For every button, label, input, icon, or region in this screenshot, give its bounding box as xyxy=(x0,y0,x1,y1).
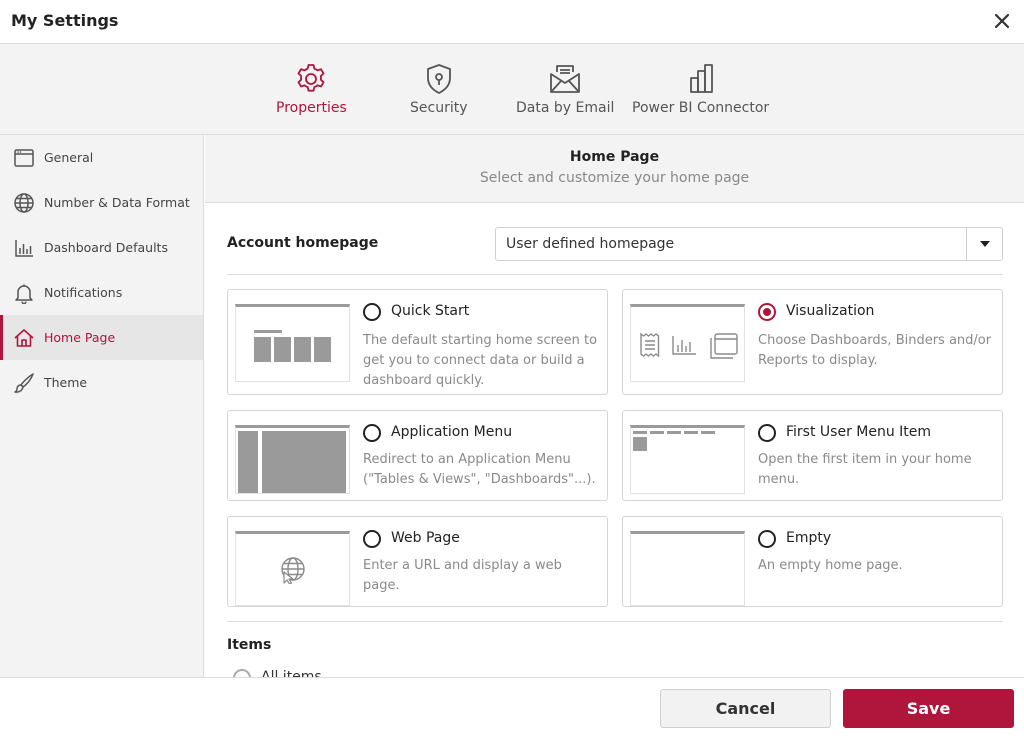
globe-icon xyxy=(12,191,36,215)
home-icon xyxy=(12,326,36,350)
tab-label: Data by Email xyxy=(516,100,615,116)
divider xyxy=(227,621,1003,622)
close-icon xyxy=(994,13,1010,29)
application-menu-thumbnail xyxy=(235,425,350,494)
option-description: Choose Dashboards, Binders and/or Report… xyxy=(758,333,992,368)
window-icon xyxy=(12,146,36,170)
page-title: Home Page xyxy=(569,149,660,165)
option-description: Enter a URL and display a web page. xyxy=(363,558,562,593)
visualization-thumbnail xyxy=(630,304,745,382)
cancel-button[interactable]: Cancel xyxy=(660,689,831,728)
option-description: An empty home page. xyxy=(758,558,903,573)
option-description: Open the first item in your home menu. xyxy=(758,452,972,487)
building-icon xyxy=(689,64,713,93)
option-title: Quick Start xyxy=(391,303,470,319)
option-title: Web Page xyxy=(391,530,460,546)
account-homepage-select[interactable]: User defined homepage xyxy=(495,227,1003,261)
save-button[interactable]: Save xyxy=(843,689,1014,728)
browser-icon xyxy=(710,333,738,359)
sidebar-item-theme[interactable]: Theme xyxy=(0,360,203,405)
visualization-radio[interactable] xyxy=(758,303,776,321)
brush-icon xyxy=(12,371,36,395)
option-first-user-menu-item[interactable]: First User Menu Item Open the first item… xyxy=(622,410,1003,501)
option-application-menu[interactable]: Application Menu Redirect to an Applicat… xyxy=(227,410,608,501)
globe-cursor-icon xyxy=(281,557,305,584)
dialog-footer: Cancel Save xyxy=(0,677,1024,738)
bell-icon xyxy=(12,281,36,305)
sidebar-item-notifications[interactable]: Notifications xyxy=(0,270,203,315)
sidebar-item-number-data-format[interactable]: Number & Data Format xyxy=(0,180,203,225)
close-button[interactable] xyxy=(990,9,1014,33)
items-all-label: All items xyxy=(261,669,322,677)
shield-icon xyxy=(426,64,451,94)
option-title: Empty xyxy=(786,530,832,546)
items-all-radio[interactable] xyxy=(233,669,251,677)
option-description: Redirect to an Application Menu ("Tables… xyxy=(363,452,596,487)
panel-header: Home Page Select and customize your home… xyxy=(205,135,1024,203)
sidebar-item-label: Home Page xyxy=(44,330,116,345)
quick-start-thumbnail xyxy=(235,304,350,382)
title-bar: My Settings xyxy=(0,0,1024,44)
settings-tabs: Properties Security Data by Email Power … xyxy=(0,44,1024,135)
option-visualization[interactable]: Visualization Choose Dashboards, Binders… xyxy=(622,289,1003,395)
tab-power-bi-connector[interactable]: Power BI Connector xyxy=(632,62,769,116)
window-title: My Settings xyxy=(11,11,119,30)
sidebar-item-dashboard-defaults[interactable]: Dashboard Defaults xyxy=(0,225,203,270)
option-description: The default starting home screen to get … xyxy=(363,333,598,388)
page-subtitle: Select and customize your home page xyxy=(479,170,750,186)
home-page-panel: Home Page Select and customize your home… xyxy=(205,135,1024,677)
divider xyxy=(227,274,1003,275)
dropdown-toggle[interactable] xyxy=(966,228,1002,260)
option-title: First User Menu Item xyxy=(786,424,932,440)
first-user-menu-item-thumbnail xyxy=(630,425,745,494)
sidebar-item-general[interactable]: General xyxy=(0,135,203,180)
sidebar-item-label: General xyxy=(44,150,94,165)
tab-label: Power BI Connector xyxy=(632,100,770,116)
application-menu-radio[interactable] xyxy=(363,424,381,442)
option-web-page[interactable]: Web Page Enter a URL and display a web p… xyxy=(227,516,608,607)
sidebar-item-label: Number & Data Format xyxy=(44,195,190,210)
select-value: User defined homepage xyxy=(506,236,675,252)
caret-down-icon xyxy=(979,241,990,247)
sidebar-item-label: Dashboard Defaults xyxy=(44,240,168,255)
account-homepage-row: Account homepage User defined homepage xyxy=(227,227,1003,261)
quick-start-radio[interactable] xyxy=(363,303,381,321)
sidebar-item-label: Notifications xyxy=(44,285,123,300)
bar-chart-icon xyxy=(12,236,36,260)
sidebar: General Number & Data Format Dashboard D… xyxy=(0,135,204,677)
tab-label: Properties xyxy=(276,100,347,116)
email-icon xyxy=(550,65,581,93)
account-homepage-label: Account homepage xyxy=(227,235,379,251)
tab-security[interactable]: Security xyxy=(410,62,468,116)
report-icon xyxy=(640,332,660,358)
web-page-radio[interactable] xyxy=(363,530,381,548)
option-quick-start[interactable]: Quick Start The default starting home sc… xyxy=(227,289,608,395)
items-label: Items xyxy=(227,637,272,653)
empty-radio[interactable] xyxy=(758,530,776,548)
gear-icon xyxy=(297,64,325,92)
tab-properties[interactable]: Properties xyxy=(276,62,347,116)
first-user-menu-item-radio[interactable] xyxy=(758,424,776,442)
tab-data-by-email[interactable]: Data by Email xyxy=(516,62,614,116)
empty-thumbnail xyxy=(630,531,745,606)
option-empty[interactable]: Empty An empty home page. xyxy=(622,516,1003,607)
web-page-thumbnail xyxy=(235,531,350,606)
sidebar-item-label: Theme xyxy=(44,375,88,390)
sidebar-item-home-page[interactable]: Home Page xyxy=(0,315,203,360)
bar-chart-icon xyxy=(672,336,696,355)
tab-label: Security xyxy=(410,100,468,116)
option-title: Application Menu xyxy=(391,424,513,440)
option-title: Visualization xyxy=(786,303,875,319)
